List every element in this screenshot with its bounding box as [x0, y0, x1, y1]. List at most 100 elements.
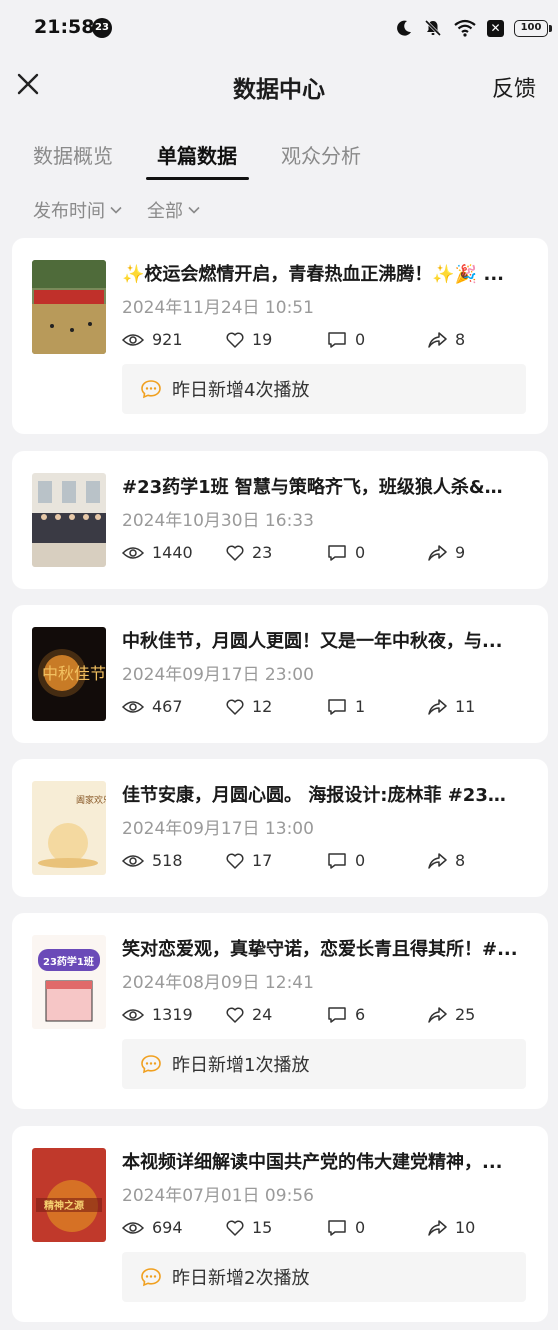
- share-icon: [428, 1219, 447, 1236]
- heart-icon: [226, 332, 244, 348]
- post-card[interactable]: ✨校运会燃情开启，青春热血正沸腾！✨🎉 ... 2024年11月24日 10:5…: [12, 238, 548, 434]
- post-thumbnail[interactable]: 精神之源: [32, 1148, 106, 1242]
- post-card[interactable]: 精神之源 本视频详细解读中国共产党的伟大建党精神，... 2024年07月01日…: [12, 1126, 548, 1322]
- likes-count: 15: [252, 1218, 273, 1237]
- comments-count: 0: [355, 1218, 366, 1237]
- likes-count: 23: [252, 543, 273, 562]
- post-date: 2024年08月09日 12:41: [122, 973, 314, 993]
- shares-count: 8: [455, 851, 466, 870]
- views-stat: 467: [122, 697, 183, 716]
- views-stat: 921: [122, 330, 183, 349]
- likes-stat: 19: [226, 330, 272, 349]
- scope-filter[interactable]: 全部: [147, 197, 201, 223]
- publish-time-filter[interactable]: 发布时间: [33, 197, 123, 223]
- share-icon: [428, 1006, 447, 1023]
- notice-text: 昨日新增4次播放: [172, 380, 310, 401]
- shares-count: 11: [455, 697, 476, 716]
- heart-icon: [226, 545, 244, 561]
- comment-icon: [328, 544, 346, 561]
- party-spirit-poster-icon: 精神之源: [32, 1148, 106, 1242]
- post-card[interactable]: 23药学1班 笑对恋爱观，真挚守诺，恋爱长青且得其所！#... 2024年08月…: [12, 913, 548, 1109]
- status-time: 21:58: [34, 16, 95, 38]
- likes-count: 12: [252, 697, 273, 716]
- publish-time-filter-label: 发布时间: [33, 201, 105, 222]
- eye-icon: [122, 854, 144, 867]
- post-thumbnail[interactable]: 中秋佳节: [32, 627, 106, 721]
- eye-icon: [122, 546, 144, 559]
- chevron-down-icon: [188, 206, 200, 214]
- heart-icon: [226, 1007, 244, 1023]
- nav-bar: 数据中心 反馈: [0, 56, 558, 120]
- post-title: ✨校运会燃情开启，青春热血正沸腾！✨🎉 ...: [122, 264, 505, 285]
- post-title: #23药学1班 智慧与策略齐飞，班级狼人杀&线...: [122, 477, 520, 498]
- post-stats: 1440 23 0 9: [122, 543, 532, 565]
- shares-stat: 10: [427, 1218, 475, 1237]
- tab-audience[interactable]: 观众分析: [281, 140, 361, 169]
- close-icon[interactable]: [14, 70, 42, 98]
- share-icon: [428, 852, 447, 869]
- views-count: 921: [152, 330, 183, 349]
- shares-stat: 9: [427, 543, 465, 562]
- eye-icon: [122, 700, 144, 713]
- eye-icon: [122, 1221, 144, 1234]
- poster-text: 23药学1班: [43, 955, 94, 968]
- views-stat: 1440: [122, 543, 193, 562]
- post-card[interactable]: 阖家欢乐 佳节安康，月圆心圆。 海报设计:庞林菲 #23药... 2024年09…: [12, 759, 548, 897]
- feedback-button[interactable]: 反馈: [492, 71, 536, 103]
- likes-count: 19: [252, 330, 273, 349]
- post-thumbnail[interactable]: [32, 260, 106, 354]
- likes-count: 24: [252, 1005, 273, 1024]
- post-date: 2024年10月30日 16:33: [122, 511, 314, 531]
- views-count: 1319: [152, 1005, 193, 1024]
- calendar-poster-icon: 23药学1班: [32, 935, 106, 1029]
- likes-count: 17: [252, 851, 273, 870]
- notice-text: 昨日新增2次播放: [172, 1268, 310, 1289]
- post-title: 佳节安康，月圆心圆。 海报设计:庞林菲 #23药...: [122, 785, 520, 806]
- play-increase-notice: 昨日新增1次播放: [122, 1039, 526, 1089]
- message-bubble-icon: [141, 380, 161, 399]
- likes-stat: 17: [226, 851, 272, 870]
- post-thumbnail[interactable]: [32, 473, 106, 567]
- shares-count: 25: [455, 1005, 476, 1024]
- eye-icon: [122, 333, 144, 346]
- filter-bar: 发布时间 全部: [0, 190, 558, 230]
- comments-count: 0: [355, 330, 366, 349]
- share-icon: [428, 544, 447, 561]
- eye-icon: [122, 1008, 144, 1021]
- post-card[interactable]: 中秋佳节 中秋佳节，月圆人更圆！又是一年中秋夜，与... 2024年09月17日…: [12, 605, 548, 743]
- post-stats: 694 15 0 10: [122, 1218, 532, 1240]
- likes-stat: 15: [226, 1218, 272, 1237]
- post-stats: 518 17 0 8: [122, 851, 532, 873]
- shares-stat: 25: [427, 1005, 475, 1024]
- post-thumbnail[interactable]: 23药学1班: [32, 935, 106, 1029]
- post-date: 2024年11月24日 10:51: [122, 298, 314, 318]
- post-stats: 467 12 1 11: [122, 697, 532, 719]
- heart-icon: [226, 853, 244, 869]
- sports-field-photo-icon: [32, 260, 106, 354]
- tab-overview[interactable]: 数据概览: [33, 140, 113, 169]
- comments-count: 0: [355, 543, 366, 562]
- poster-text: 精神之源: [44, 1199, 84, 1212]
- comment-icon: [328, 852, 346, 869]
- message-bubble-icon: [141, 1055, 161, 1074]
- comments-stat: 0: [327, 543, 365, 562]
- comment-icon: [328, 331, 346, 348]
- shares-count: 8: [455, 330, 466, 349]
- views-count: 694: [152, 1218, 183, 1237]
- shares-stat: 11: [427, 697, 475, 716]
- comments-stat: 6: [327, 1005, 365, 1024]
- post-card[interactable]: #23药学1班 智慧与策略齐飞，班级狼人杀&线... 2024年10月30日 1…: [12, 451, 548, 589]
- views-count: 518: [152, 851, 183, 870]
- tab-single-post[interactable]: 单篇数据: [157, 140, 237, 169]
- post-title: 中秋佳节，月圆人更圆！又是一年中秋夜，与...: [122, 631, 503, 652]
- post-date: 2024年09月17日 23:00: [122, 665, 314, 685]
- post-date: 2024年09月17日 13:00: [122, 819, 314, 839]
- share-icon: [428, 331, 447, 348]
- poster-text: 阖家欢乐: [76, 794, 106, 806]
- status-icons: ✕ 100: [395, 16, 552, 40]
- views-stat: 1319: [122, 1005, 193, 1024]
- post-thumbnail[interactable]: 阖家欢乐: [32, 781, 106, 875]
- shares-stat: 8: [427, 330, 465, 349]
- post-stats: 1319 24 6 25: [122, 1005, 532, 1027]
- shares-count: 9: [455, 543, 466, 562]
